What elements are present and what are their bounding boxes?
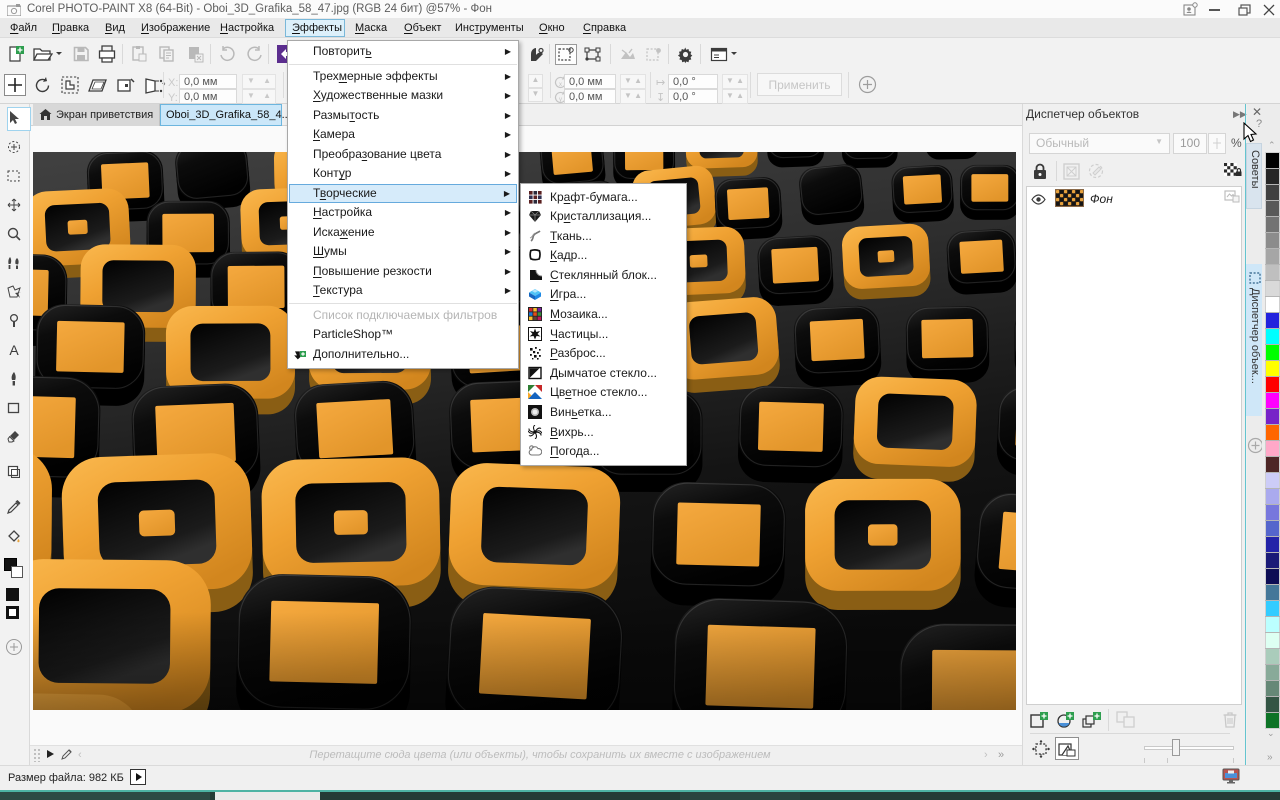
svg-text:A: A bbox=[9, 342, 19, 358]
svg-text:y: y bbox=[559, 97, 562, 103]
svg-text:x: x bbox=[559, 82, 562, 88]
